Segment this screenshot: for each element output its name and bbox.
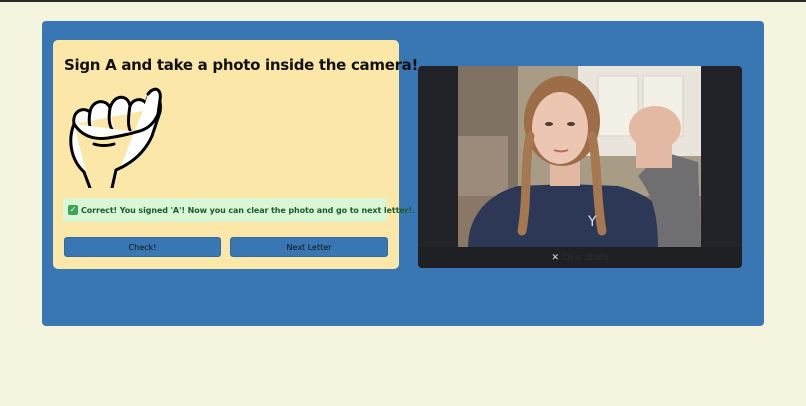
clear-photo-label: Clear photo bbox=[562, 253, 609, 262]
close-icon: ✕ bbox=[551, 252, 559, 263]
next-letter-button[interactable]: Next Letter bbox=[230, 237, 388, 257]
asl-letter-a-illustration bbox=[69, 87, 162, 188]
check-button[interactable]: Check! bbox=[64, 237, 221, 257]
success-alert: ✓ Correct! You signed 'A'! Now you can c… bbox=[63, 198, 415, 222]
camera-widget: Y ✕ Clear photo bbox=[418, 66, 742, 268]
success-message: Correct! You signed 'A'! Now you can cle… bbox=[81, 205, 415, 215]
page-title: Sign A and take a photo inside the camer… bbox=[64, 56, 419, 74]
clear-photo-button[interactable]: ✕ Clear photo bbox=[418, 247, 742, 268]
svg-text:Y: Y bbox=[587, 214, 597, 230]
captured-photo-image: Y bbox=[458, 66, 701, 247]
top-border bbox=[0, 0, 806, 2]
captured-photo: Y bbox=[458, 66, 701, 247]
check-mark-icon: ✓ bbox=[68, 205, 78, 215]
